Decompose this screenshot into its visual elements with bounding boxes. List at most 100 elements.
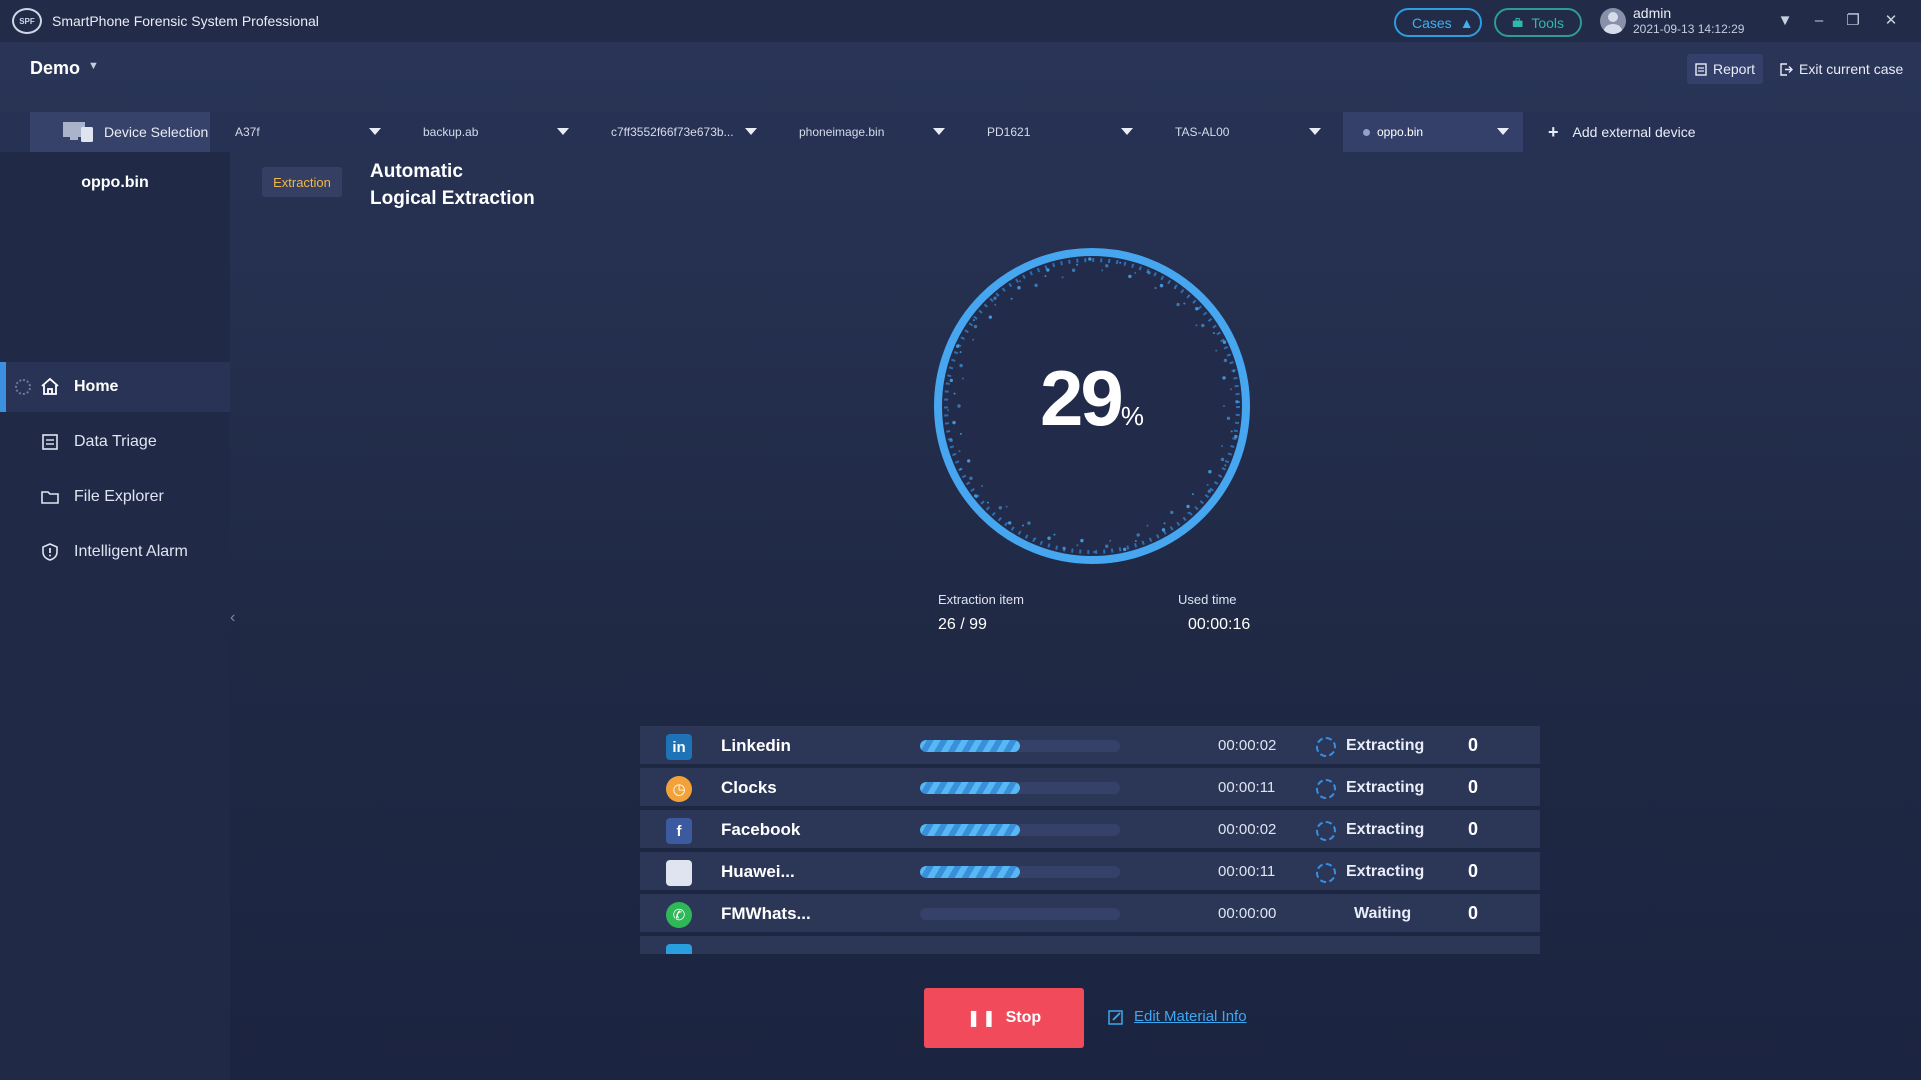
ring-particle [1019, 280, 1021, 283]
report-icon [1695, 62, 1707, 76]
elapsed-time: 00:00:02 [1218, 821, 1277, 838]
app-title: SmartPhone Forensic System Professional [52, 13, 319, 29]
progress-ring: 29% [929, 243, 1255, 569]
ring-particle [1123, 547, 1127, 552]
sidebar-item-file-explorer[interactable]: File Explorer [0, 472, 230, 522]
device-tab[interactable]: c7ff3552f66f73e673b... [591, 112, 771, 152]
used-time-label: Used time [1178, 592, 1237, 607]
ring-particle [973, 324, 978, 329]
ring-particle [974, 494, 978, 498]
chevron-down-icon[interactable] [745, 128, 757, 135]
device-tab[interactable]: oppo.bin [1343, 112, 1523, 152]
list-item[interactable]: ◷ Clocks 00:00:11 Extracting 0 [640, 768, 1540, 808]
restore-icon[interactable]: ❐ [1842, 10, 1864, 32]
minimize-icon[interactable]: – [1808, 10, 1830, 32]
ring-particle [1183, 302, 1186, 305]
exit-case-button[interactable]: Exit current case [1780, 54, 1903, 84]
ring-particle [969, 476, 973, 481]
chevron-down-icon[interactable] [369, 128, 381, 135]
extraction-item-value: 26 / 99 [938, 616, 987, 633]
ring-particle [1076, 263, 1079, 266]
add-external-device-button[interactable]: + Add external device [1548, 112, 1695, 152]
sidebar-item-intelligent-alarm[interactable]: Intelligent Alarm [0, 527, 230, 577]
ring-particle [966, 459, 971, 463]
device-tab-label: PD1621 [987, 125, 1031, 139]
sidebar-item-label: Data Triage [74, 433, 157, 450]
tools-button[interactable]: Tools [1494, 8, 1582, 37]
status-text: Extracting [1346, 737, 1425, 754]
sidebar-item-data-triage[interactable]: Data Triage [0, 417, 230, 467]
app-name: Huawei... [721, 862, 795, 881]
ring-particle [1176, 302, 1180, 307]
ring-particle [1119, 261, 1122, 264]
chevron-down-icon[interactable] [557, 128, 569, 135]
loading-spinner-icon [15, 379, 31, 395]
ring-particle [1053, 533, 1056, 536]
chevron-down-icon[interactable]: ▼ [88, 60, 99, 72]
chevron-down-icon[interactable] [933, 128, 945, 135]
list-item[interactable]: f Facebook 00:00:02 Extracting 0 [640, 810, 1540, 850]
chevron-down-icon[interactable] [1497, 128, 1509, 135]
cases-button[interactable]: Cases ▲ [1394, 8, 1482, 37]
ring-particle [1154, 287, 1157, 290]
app-name: FMWhats... [721, 904, 811, 923]
device-tab[interactable]: phoneimage.bin [779, 112, 959, 152]
edit-material-info-label: Edit Material Info [1134, 1008, 1247, 1025]
chevron-down-icon[interactable] [1309, 128, 1321, 135]
elapsed-time: 00:00:11 [1218, 779, 1276, 796]
report-button[interactable]: Report [1687, 54, 1763, 84]
list-item[interactable]: ✆ FMWhats... 00:00:00 Waiting 0 [640, 894, 1540, 934]
device-tab[interactable]: A37f [215, 112, 395, 152]
close-icon[interactable]: ✕ [1880, 10, 1902, 32]
user-datetime: 2021-09-13 14:12:29 [1633, 22, 1745, 36]
ring-particle [1034, 537, 1037, 540]
ring-particle [1220, 457, 1225, 462]
device-tab[interactable]: TAS-AL00 [1155, 112, 1335, 152]
ring-particle [1128, 274, 1132, 279]
device-tab[interactable]: PD1621 [967, 112, 1147, 152]
case-name[interactable]: Demo [30, 58, 80, 79]
extraction-item-list[interactable]: in Linkedin 00:00:02 Extracting 0 ◷ Clocks 00:0… [640, 726, 1540, 954]
extraction-item-label: Extraction item [938, 592, 1024, 607]
device-tab[interactable]: backup.ab [403, 112, 583, 152]
avatar[interactable] [1600, 8, 1626, 34]
list-item[interactable]: Huawei... 00:00:11 Extracting 0 [640, 852, 1540, 892]
active-dot-icon [1363, 128, 1370, 136]
ring-particle [1186, 504, 1190, 509]
progress-percent: 29% [929, 353, 1255, 444]
chevron-left-icon[interactable]: ‹ [230, 598, 240, 638]
add-device-label: Add external device [1572, 124, 1696, 140]
facebook-icon: f [666, 818, 692, 844]
pause-icon: ❚❚ [966, 1010, 998, 1027]
ring-particle [1173, 287, 1176, 290]
app-icon [666, 944, 692, 954]
ring-particle [1088, 257, 1092, 261]
progress-bar [920, 740, 1120, 752]
ring-particle [980, 484, 983, 487]
ring-particle [1105, 544, 1109, 548]
ring-particle [956, 344, 960, 348]
device-selection-button[interactable]: Device Selection [30, 112, 210, 152]
list-item[interactable] [640, 936, 1540, 954]
ring-particle [988, 315, 993, 319]
progress-bar-fill [920, 782, 1020, 794]
list-item[interactable]: in Linkedin 00:00:02 Extracting 0 [640, 726, 1540, 766]
ring-particle [1146, 524, 1149, 527]
stop-button[interactable]: ❚❚ Stop [924, 988, 1084, 1048]
sidebar-item-home[interactable]: Home [0, 362, 230, 412]
edit-material-info-link[interactable]: Edit Material Info [1108, 1008, 1247, 1025]
app-name: Linkedin [721, 736, 791, 755]
sidebar-item-label: Home [74, 378, 119, 395]
device-tab-label: c7ff3552f66f73e673b... [611, 125, 734, 139]
status-text: Extracting [1346, 779, 1425, 796]
ring-particle [1005, 505, 1008, 508]
ring-particle [1093, 550, 1096, 553]
ring-particle [1161, 528, 1166, 532]
dropdown-menu-icon[interactable]: ▼ [1774, 10, 1796, 32]
ring-particle [958, 450, 961, 453]
document-icon [40, 432, 60, 452]
ring-particle [993, 296, 997, 300]
app-logo: SPF [12, 8, 42, 34]
chevron-down-icon[interactable] [1121, 128, 1133, 135]
ring-particle [1220, 445, 1223, 448]
